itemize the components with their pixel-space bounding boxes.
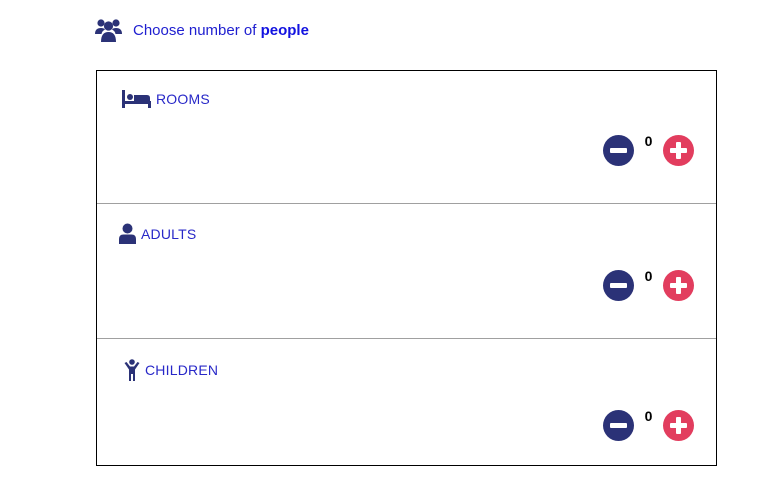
children-label: CHILDREN xyxy=(145,362,219,378)
children-stepper: 0 xyxy=(603,408,694,441)
plus-icon xyxy=(670,142,687,159)
child-icon xyxy=(124,359,140,381)
group-users-icon xyxy=(95,17,122,43)
children-increment-button[interactable] xyxy=(663,410,694,441)
plus-icon xyxy=(670,417,687,434)
plus-icon xyxy=(670,277,687,294)
rooms-increment-button[interactable] xyxy=(663,135,694,166)
adults-count: 0 xyxy=(644,268,653,284)
adults-decrement-button[interactable] xyxy=(603,270,634,301)
bed-icon xyxy=(122,90,151,108)
rooms-count: 0 xyxy=(644,133,653,149)
minus-icon xyxy=(610,423,627,428)
rooms-stepper: 0 xyxy=(603,133,694,166)
title-prefix: Choose number of xyxy=(133,21,257,39)
title-emphasis: people xyxy=(260,21,309,39)
adults-stepper: 0 xyxy=(603,268,694,301)
children-label-group: CHILDREN xyxy=(124,359,218,381)
user-icon xyxy=(119,223,136,244)
adults-increment-button[interactable] xyxy=(663,270,694,301)
children-count: 0 xyxy=(644,408,653,424)
minus-icon xyxy=(610,283,627,288)
minus-icon xyxy=(610,148,627,153)
children-decrement-button[interactable] xyxy=(603,410,634,441)
page-title: Choose number of people xyxy=(133,22,309,39)
adults-row: ADULTS 0 xyxy=(97,203,716,338)
people-selector-panel: ROOMS 0 ADULTS 0 CHILDREN 0 xyxy=(96,70,717,466)
children-row: CHILDREN 0 xyxy=(97,338,716,465)
rooms-label-group: ROOMS xyxy=(122,90,210,108)
adults-label: ADULTS xyxy=(141,225,197,242)
people-chooser-header: Choose number of people xyxy=(95,17,309,43)
rooms-decrement-button[interactable] xyxy=(603,135,634,166)
rooms-row: ROOMS 0 xyxy=(97,71,716,203)
rooms-label: ROOMS xyxy=(156,91,210,107)
adults-label-group: ADULTS xyxy=(119,223,196,244)
